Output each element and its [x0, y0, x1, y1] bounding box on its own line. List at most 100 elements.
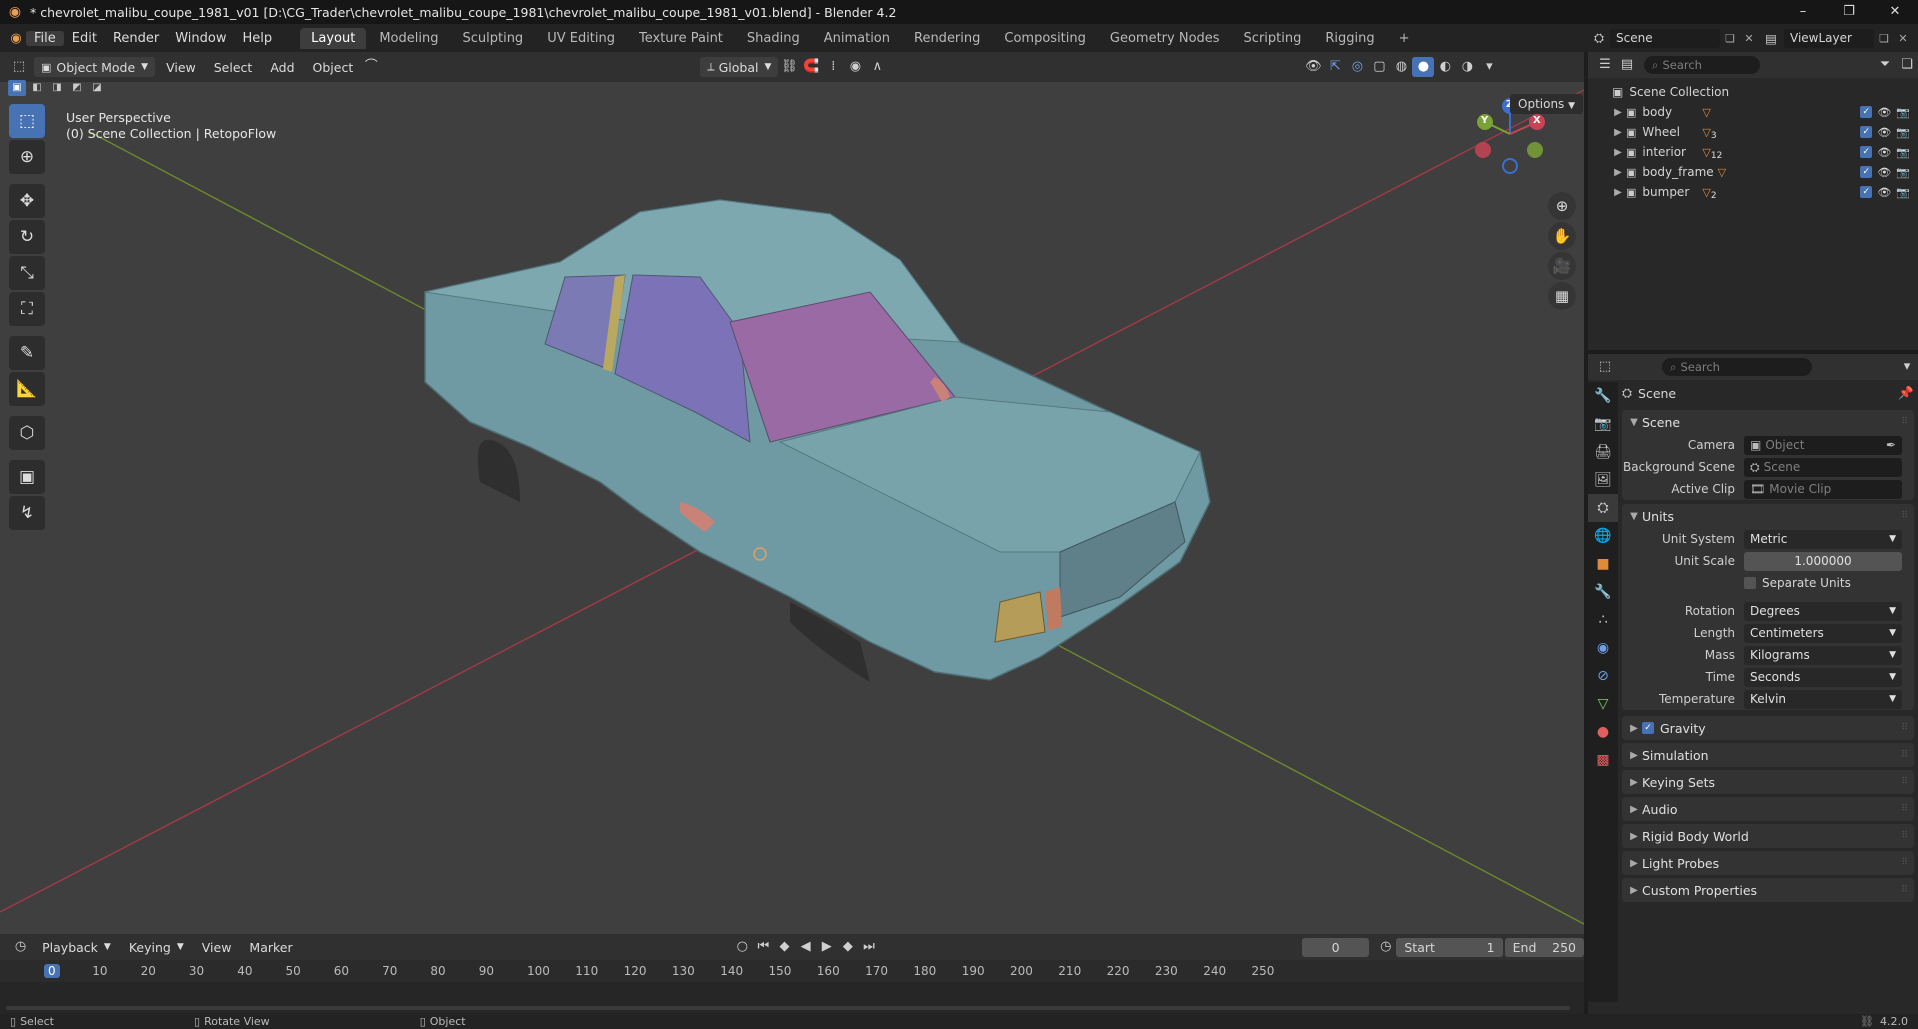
menu-select[interactable]: Select [207, 57, 260, 77]
menu-object[interactable]: Object [306, 57, 361, 77]
render-camera-icon[interactable]: 📷 [1896, 186, 1910, 199]
zoom-icon[interactable]: ⊕ [1548, 192, 1576, 220]
gravity-panel-header[interactable]: ▶ ✓ Gravity ⠿ [1622, 716, 1914, 740]
visibility-eye-icon[interactable]: 👁 [1877, 126, 1891, 139]
new-scene-icon[interactable]: ❏ [1720, 32, 1740, 45]
shading-options-icon[interactable]: ▾ [1478, 57, 1500, 77]
visibility-eye-icon[interactable]: 👁 [1877, 166, 1891, 179]
display-mode-icon[interactable]: ▤ [1616, 55, 1638, 75]
pan-hand-icon[interactable]: ✋ [1548, 222, 1576, 250]
new-viewlayer-icon[interactable]: ❏ [1874, 32, 1894, 45]
exclude-checkbox[interactable]: ✓ [1860, 185, 1873, 198]
editor-type-icon[interactable]: ⬚ [8, 57, 30, 77]
unit-scale-field[interactable]: 1.000000 [1744, 551, 1902, 571]
maximize-button[interactable]: ❐ [1826, 0, 1872, 24]
object-tab-icon[interactable]: ■ [1588, 550, 1618, 578]
pin-icon[interactable]: 📌 [1898, 385, 1914, 401]
tab-uv-editing[interactable]: UV Editing [536, 28, 626, 49]
properties-search-input[interactable]: ⌕ Search [1662, 358, 1812, 376]
length-dropdown[interactable]: Centimeters ▼ [1744, 623, 1902, 643]
keyframe-area[interactable] [0, 982, 1584, 1006]
menu-window[interactable]: Window [167, 31, 234, 46]
time-dropdown[interactable]: Seconds ▼ [1744, 667, 1902, 687]
new-collection-icon[interactable]: ❏ [1896, 55, 1918, 75]
falloff-icon[interactable]: ∧ [866, 57, 888, 77]
chevron-right-icon[interactable]: ▶ [1610, 187, 1626, 198]
viewlayer-field[interactable]: ViewLayer [1784, 28, 1874, 48]
jump-end-icon[interactable]: ⏭ [858, 937, 879, 957]
scene-field[interactable]: Scene [1610, 28, 1720, 48]
tab-layout[interactable]: Layout [300, 27, 367, 49]
3d-viewport[interactable]: User Perspective (0) Scene Collection | … [0, 82, 1584, 934]
view-layer-tab-icon[interactable]: 🖼 [1588, 466, 1618, 494]
drag-handle-icon[interactable]: ⠿ [1901, 804, 1908, 814]
drag-handle-icon[interactable]: ⠿ [1901, 417, 1908, 427]
render-camera-icon[interactable]: 📷 [1896, 126, 1910, 139]
panel-header[interactable]: ▶ Light Probes ⠿ [1622, 851, 1914, 875]
gpencil-icon[interactable]: ⌒ [360, 57, 382, 77]
select-extend-icon[interactable]: ◧ [28, 80, 46, 96]
data-tab-icon[interactable]: ▽ [1588, 690, 1618, 718]
select-new-icon[interactable]: ▣ [8, 80, 26, 96]
panel-header[interactable]: ▶ Simulation ⠿ [1622, 743, 1914, 767]
drag-handle-icon[interactable]: ⠿ [1901, 885, 1908, 895]
current-frame-field[interactable]: 0 [1302, 937, 1370, 957]
exclude-checkbox[interactable]: ✓ [1860, 165, 1873, 178]
menu-edit[interactable]: Edit [64, 31, 105, 46]
eyedropper-icon[interactable]: ✒ [1886, 438, 1896, 452]
orientation-dropdown[interactable]: ⟂ Global ▼ [700, 57, 779, 77]
drag-handle-icon[interactable]: ⠿ [1901, 750, 1908, 760]
menu-keying[interactable]: Keying ▼ [122, 937, 191, 957]
properties-editor-type-icon[interactable]: ⬚ [1594, 357, 1616, 377]
panel-header[interactable]: ▶ Rigid Body World ⠿ [1622, 824, 1914, 848]
particles-tab-icon[interactable]: ∴ [1588, 606, 1618, 634]
outliner-search-input[interactable]: ⌕ Search [1644, 56, 1760, 74]
remove-scene-icon[interactable]: ✕ [1740, 32, 1758, 45]
output-tab-icon[interactable]: 🖨 [1588, 438, 1618, 466]
material-tab-icon[interactable]: ● [1588, 718, 1618, 746]
modifier-tab-icon[interactable]: 🔧 [1588, 578, 1618, 606]
tab-modeling[interactable]: Modeling [368, 28, 449, 49]
menu-render[interactable]: Render [105, 31, 167, 46]
timeline-scrollbar[interactable] [6, 1006, 1570, 1010]
curve-tool-icon[interactable]: ↯ [9, 496, 45, 530]
background-scene-field[interactable]: ⛭ Scene [1744, 457, 1902, 477]
frame-ruler[interactable]: 0 10 20 30 40 50 60 70 80 90 100 110 120 130 140 150 160… [0, 960, 1584, 1008]
scene-tab-icon[interactable]: ⛭ [1588, 494, 1618, 522]
add-workspace-button[interactable]: + [1388, 28, 1421, 49]
wireframe-shading-icon[interactable]: ◍ [1390, 57, 1412, 77]
rotation-dropdown[interactable]: Degrees ▼ [1744, 601, 1902, 621]
tab-rigging[interactable]: Rigging [1314, 28, 1385, 49]
options-button[interactable]: Options ▼ [1510, 94, 1584, 114]
menu-view[interactable]: View [159, 57, 203, 77]
timeline-editor-type-icon[interactable]: ◷ [10, 937, 31, 957]
move-tool-icon[interactable]: ✥ [9, 184, 45, 218]
visibility-icon[interactable]: 👁 [1302, 57, 1324, 77]
xray-icon[interactable]: ▢ [1368, 57, 1390, 77]
pivot-icon[interactable]: ⛓ [778, 57, 800, 77]
mode-dropdown[interactable]: ▣ Object Mode ▼ [34, 57, 156, 77]
perspective-grid-icon[interactable]: ▦ [1548, 282, 1576, 310]
prev-keyframe-icon[interactable]: ◆ [774, 937, 795, 957]
menu-add[interactable]: Add [263, 57, 301, 77]
select-intersect-icon[interactable]: ◪ [88, 80, 106, 96]
outliner-item-1[interactable]: ▶ ▣ Wheel ▽ 3 ✓ 👁 📷 [1588, 122, 1918, 142]
select-subtract-icon[interactable]: ◨ [48, 80, 66, 96]
filter-icon[interactable]: ⏷ [1874, 55, 1896, 75]
outliner-item-2[interactable]: ▶ ▣ interior ▽ 12 ✓ 👁 📷 [1588, 142, 1918, 162]
tab-animation[interactable]: Animation [813, 28, 901, 49]
auto-key-icon[interactable]: ○ [732, 937, 753, 957]
visibility-eye-icon[interactable]: 👁 [1877, 146, 1891, 159]
chevron-right-icon[interactable]: ▶ [1610, 107, 1626, 118]
add-cube-tool-icon[interactable]: ⬡ [9, 416, 45, 450]
scale-tool-icon[interactable]: ⤡ [9, 256, 45, 290]
units-panel-header[interactable]: ▼ Units ⠿ [1622, 504, 1914, 528]
outliner-editor-type-icon[interactable]: ☰ [1594, 55, 1616, 75]
minimize-button[interactable]: – [1780, 0, 1826, 24]
play-icon[interactable]: ▶ [816, 937, 837, 957]
snap-target-icon[interactable]: ⁞ [822, 57, 844, 77]
next-keyframe-icon[interactable]: ◆ [837, 937, 858, 957]
tab-rendering[interactable]: Rendering [903, 28, 991, 49]
tab-texture-paint[interactable]: Texture Paint [628, 28, 734, 49]
drag-handle-icon[interactable]: ⠿ [1901, 777, 1908, 787]
